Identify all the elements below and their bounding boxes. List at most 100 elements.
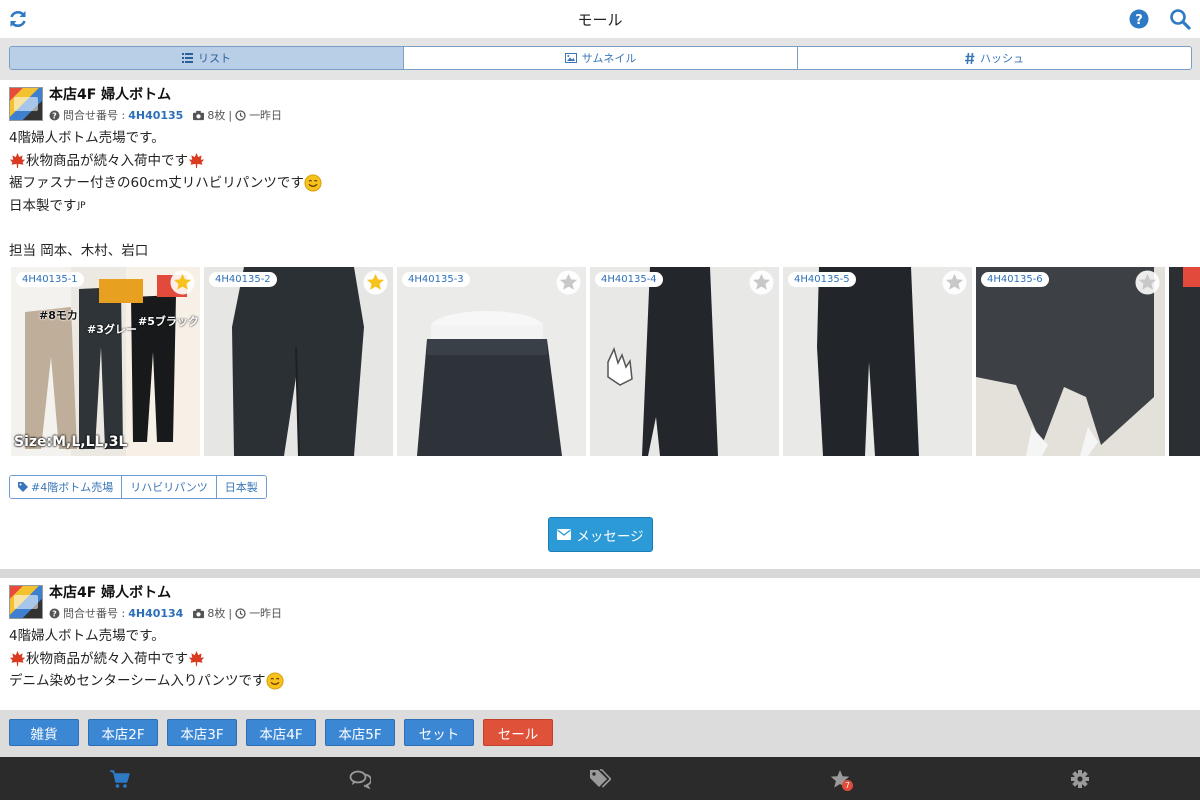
category-button-2f[interactable]: 本店2F (88, 719, 158, 746)
body-line-text: 秋物商品が続々入荷中です (26, 650, 188, 667)
image-icon (564, 53, 577, 63)
body-line-text: デニム染めセンターシーム入りパンツです (9, 673, 266, 689)
hashtag-label: #4階ボトム売場 (31, 481, 114, 494)
tab-hash[interactable]: ハッシュ (798, 47, 1191, 69)
post-shop-name[interactable]: 本店4F 婦人ボトム (49, 582, 171, 602)
body-line: 秋物商品が続々入荷中です (9, 150, 322, 173)
gallery-image[interactable]: 4H40135-4 (590, 267, 779, 456)
body-line-text: 日本製です (9, 197, 77, 214)
tab-list-label: リスト (198, 52, 231, 65)
post-shop-name[interactable]: 本店4F 婦人ボトム (49, 84, 171, 104)
post-card: 本店4F 婦人ボトム ? 問合せ番号 : 4H40134 8枚 | 一昨日 4階… (0, 578, 1200, 710)
meta-separator: | (228, 606, 233, 620)
page-title: モール (577, 11, 623, 29)
clock-icon (235, 109, 246, 121)
body-line: 秋物商品が続々入荷中です (9, 648, 284, 671)
tab-thumbnail-label: サムネイル (581, 52, 637, 65)
gallery-image[interactable]: 4H40135-5 (783, 267, 972, 456)
favorites-nav-item[interactable]: 7 (829, 769, 855, 795)
tag-icon (18, 482, 28, 492)
hashtag[interactable]: #4階ボトム売場 (10, 476, 123, 498)
search-icon[interactable] (1169, 8, 1191, 30)
image-overlay-text: #8モカ (39, 309, 78, 322)
image-overlay-text: #3グレー (87, 323, 137, 336)
message-button-label: メッセージ (576, 528, 644, 545)
favorite-star-icon[interactable] (363, 270, 388, 295)
hashtag[interactable]: 日本製 (216, 476, 266, 498)
shop-avatar[interactable] (9, 87, 43, 121)
svg-text:?: ? (1135, 13, 1143, 28)
favorite-star-icon[interactable] (749, 270, 774, 295)
app-header: モール ? (0, 0, 1200, 38)
post-feed[interactable]: 本店4F 婦人ボトム ? 問合せ番号 : 4H40135 8枚 | 一昨日 4階… (0, 80, 1200, 710)
meta-separator: | (228, 108, 233, 122)
gallery-image[interactable]: 4H40135-3 (397, 267, 586, 456)
envelope-icon (557, 529, 572, 540)
post-time: 一昨日 (249, 607, 283, 620)
gallery-image[interactable]: 4H40135-6 (976, 267, 1165, 456)
svg-text:?: ? (52, 111, 57, 120)
image-label: 4H40135-3 (402, 272, 470, 287)
camera-icon (193, 110, 205, 120)
category-button-set[interactable]: セット (404, 719, 474, 746)
category-button-3f[interactable]: 本店3F (167, 719, 237, 746)
gallery-image[interactable]: 4H40135-2 (204, 267, 393, 456)
maple-leaf-icon (9, 651, 26, 667)
inquiry-label: 問合せ番号 : (63, 607, 126, 620)
image-label: 4H40135-1 (16, 272, 84, 287)
question-circle-icon: ? (49, 608, 60, 618)
cart-icon[interactable] (109, 769, 131, 789)
body-line: 4階婦人ボトム売場です。 (9, 130, 165, 146)
post-body: 4階婦人ボトム売場です。 秋物商品が続々入荷中です 裾ファスナー付きの60cm丈… (9, 127, 322, 262)
image-gallery[interactable]: 4H40135-1 #8モカ #3グレー #5ブラック Size:M,L,LL,… (11, 267, 1200, 456)
hashtag-group: #4階ボトム売場 リハビリパンツ 日本製 (9, 475, 267, 499)
favorite-star-icon[interactable] (556, 270, 581, 295)
maple-leaf-icon (188, 153, 205, 169)
tags-icon[interactable] (589, 769, 611, 789)
inquiry-number[interactable]: 4H40135 (128, 109, 183, 122)
favorites-badge: 7 (842, 780, 853, 791)
list-icon (182, 53, 193, 63)
post-time: 一昨日 (249, 109, 283, 122)
body-line: デニム染めセンターシーム入りパンツです (9, 670, 284, 693)
image-overlay-text: #5ブラック (138, 315, 199, 328)
favorite-star-icon[interactable] (170, 270, 195, 295)
gallery-image[interactable]: 4H40135-1 #8モカ #3グレー #5ブラック Size:M,L,LL,… (11, 267, 200, 456)
category-button-zakka[interactable]: 雑貨 (9, 719, 79, 746)
comments-icon[interactable] (349, 769, 371, 789)
camera-icon (193, 608, 205, 618)
view-mode-tabs: リスト サムネイル ハッシュ (9, 46, 1192, 70)
category-button-4f[interactable]: 本店4F (246, 719, 316, 746)
photo-count: 8枚 (207, 607, 226, 620)
photo-count: 8枚 (207, 109, 226, 122)
inquiry-number[interactable]: 4H40134 (128, 607, 183, 620)
tab-hash-label: ハッシュ (980, 52, 1024, 65)
tab-list[interactable]: リスト (10, 47, 404, 69)
shop-avatar[interactable] (9, 585, 43, 619)
favorite-star-icon[interactable] (1135, 270, 1160, 295)
post-meta: ? 問合せ番号 : 4H40134 8枚 | 一昨日 (49, 605, 282, 621)
category-button-5f[interactable]: 本店5F (325, 719, 395, 746)
post-meta: ? 問合せ番号 : 4H40135 8枚 | 一昨日 (49, 107, 282, 123)
bottom-nav: 7 (0, 757, 1200, 800)
message-button[interactable]: メッセージ (548, 517, 653, 552)
favorite-star-icon[interactable] (942, 270, 967, 295)
body-line-text: 秋物商品が続々入荷中です (26, 152, 188, 169)
hashtag[interactable]: リハビリパンツ (122, 476, 217, 498)
gear-icon[interactable] (1069, 769, 1091, 789)
category-button-sale[interactable]: セール (483, 719, 553, 746)
smile-icon (304, 174, 322, 192)
tab-thumbnail[interactable]: サムネイル (404, 47, 798, 69)
smile-icon (265, 672, 284, 690)
post-body: 4階婦人ボトム売場です。 秋物商品が続々入荷中です デニム染めセンターシーム入り… (9, 625, 284, 693)
gallery-image[interactable] (1169, 267, 1200, 456)
maple-leaf-icon (188, 651, 205, 667)
body-line (9, 217, 322, 240)
body-line: 裾ファスナー付きの60cm丈リハビリパンツです (9, 172, 322, 195)
help-icon[interactable]: ? (1128, 8, 1150, 30)
inquiry-label: 問合せ番号 : (63, 109, 126, 122)
post-card: 本店4F 婦人ボトム ? 問合せ番号 : 4H40135 8枚 | 一昨日 4階… (0, 80, 1200, 569)
image-overlay-text: Size:M,L,LL,3L (14, 434, 128, 450)
body-line-text: 裾ファスナー付きの60cm丈リハビリパンツです (9, 175, 304, 191)
image-label: 4H40135-2 (209, 272, 277, 287)
